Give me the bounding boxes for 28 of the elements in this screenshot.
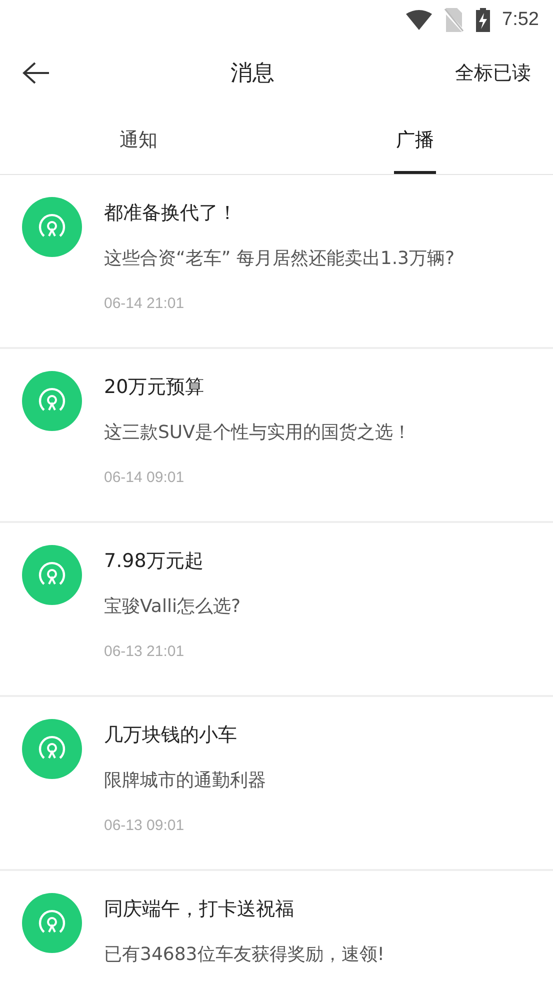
message-title: 几万块钱的小车 <box>104 723 237 748</box>
tab[interactable]: 广播 <box>276 106 553 174</box>
broadcast-icon <box>22 197 82 257</box>
broadcast-icon <box>22 719 82 779</box>
mark-all-read-button[interactable]: 全标已读 <box>455 60 531 86</box>
message-title: 7.98万元起 <box>104 549 204 574</box>
wifi-icon <box>406 10 432 30</box>
broadcast-icon <box>22 893 82 953</box>
no-sim-icon <box>444 8 464 32</box>
broadcast-icon <box>22 371 82 431</box>
message-time: 06-13 09:01 <box>104 817 184 834</box>
message-title: 都准备换代了！ <box>104 201 237 226</box>
tab[interactable]: 通知 <box>0 106 276 174</box>
page-title: 消息 <box>230 60 274 88</box>
message-summary: 这三款SUV是个性与实用的国货之选！ <box>104 421 411 445</box>
broadcast-icon <box>22 545 82 605</box>
message-summary: 这些合资“老车” 每月居然还能卖出1.3万辆? <box>104 247 455 271</box>
status-time: 7:52 <box>502 9 539 31</box>
message-summary: 限牌城市的通勤利器 <box>104 769 266 793</box>
message-summary: 已有34683位车友获得奖励，速领! <box>104 943 384 967</box>
message-title: 20万元预算 <box>104 375 204 400</box>
back-icon[interactable] <box>22 61 50 85</box>
message-time: 06-14 21:01 <box>104 295 184 312</box>
message-time: 06-13 21:01 <box>104 643 184 660</box>
message-title: 同庆端午，打卡送祝福 <box>104 897 294 922</box>
message-time: 06-14 09:01 <box>104 469 184 486</box>
message-summary: 宝骏Valli怎么选? <box>104 595 241 619</box>
battery-charging-icon <box>476 8 490 32</box>
